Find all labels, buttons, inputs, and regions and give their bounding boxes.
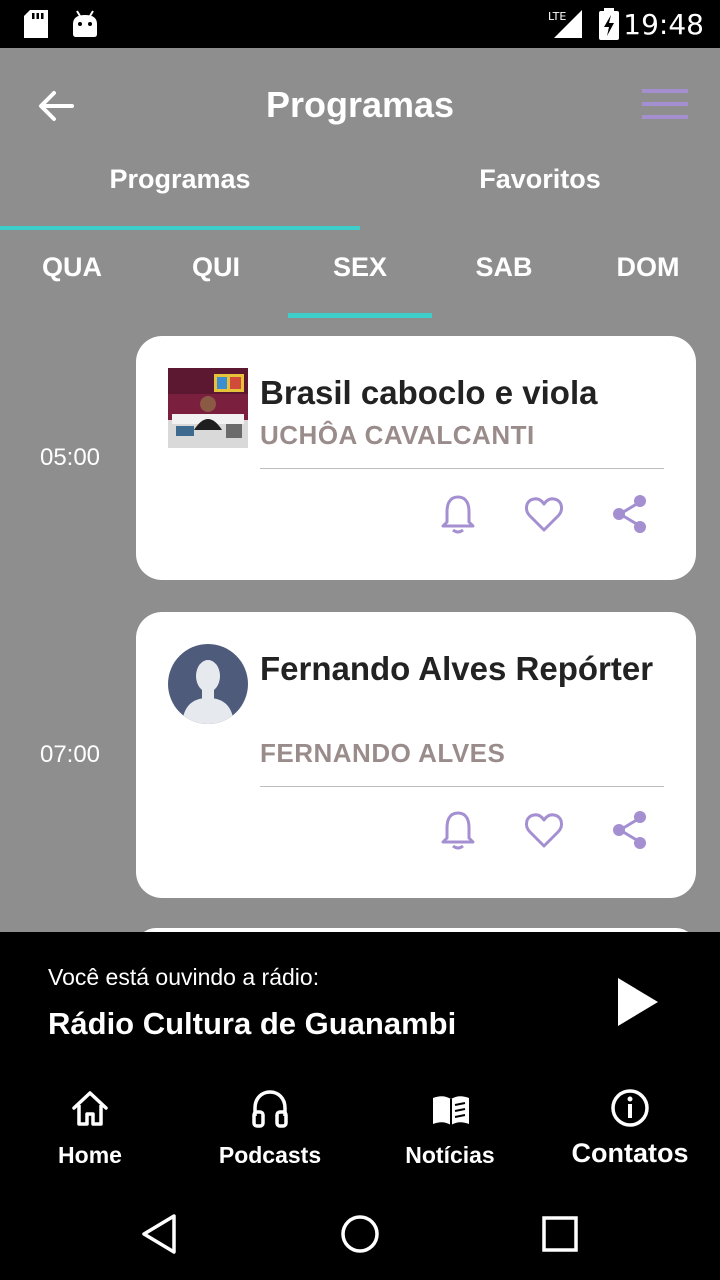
status-bar: LTE 19:48 <box>0 0 720 48</box>
program-time: 07:00 <box>39 741 101 768</box>
bottom-nav: Home Podcasts Notícias Contatos <box>0 1070 720 1188</box>
status-time: 19:48 <box>623 8 704 41</box>
day-tab-sab[interactable]: SAB <box>432 236 576 318</box>
system-nav-bar <box>0 1188 720 1280</box>
nav-label: Contatos <box>571 1138 689 1168</box>
recents-square-icon[interactable] <box>538 1212 582 1256</box>
card-actions <box>436 808 656 852</box>
back-triangle-icon[interactable] <box>138 1212 182 1256</box>
main-tabs: Programas Favoritos <box>0 152 720 230</box>
avatar-placeholder <box>168 644 248 724</box>
nav-home[interactable]: Home <box>0 1070 180 1188</box>
home-icon <box>72 1091 108 1126</box>
book-icon <box>433 1096 469 1125</box>
nav-label: Notícias <box>405 1142 495 1168</box>
tab-programas[interactable]: Programas <box>0 152 360 230</box>
program-time: 05:00 <box>39 444 101 471</box>
program-host: UCHÔA CAVALCANTI <box>260 420 535 450</box>
day-tab-qua[interactable]: QUA <box>0 236 144 318</box>
heart-icon[interactable] <box>522 492 566 536</box>
play-icon[interactable] <box>614 976 662 1028</box>
headphones-icon <box>252 1090 288 1128</box>
page-title: Programas <box>265 84 455 125</box>
program-host: FERNANDO ALVES <box>260 738 506 768</box>
nav-label: Podcasts <box>218 1142 322 1168</box>
nav-label: Home <box>58 1142 122 1168</box>
lte-label: LTE <box>548 10 566 23</box>
sd-card-icon <box>24 10 48 38</box>
day-tabs: QUA QUI SEX SAB DOM <box>0 236 720 318</box>
home-circle-icon[interactable] <box>338 1212 382 1256</box>
info-icon <box>611 1089 649 1127</box>
program-card[interactable]: Brasil caboclo e viola UCHÔA CAVALCANTI <box>136 336 696 580</box>
card-divider <box>260 468 664 469</box>
program-card[interactable]: Fernando Alves Repórter FERNANDO ALVES <box>136 612 696 898</box>
card-divider <box>260 786 664 787</box>
now-playing-bar: Você está ouvindo a rádio: Rádio Cultura… <box>0 932 720 1070</box>
heart-icon[interactable] <box>522 808 566 852</box>
program-title: Fernando Alves Repórter <box>260 650 654 687</box>
app-bar: Programas <box>0 48 720 160</box>
day-tab-dom[interactable]: DOM <box>576 236 720 318</box>
tab-favoritos[interactable]: Favoritos <box>360 152 720 230</box>
nav-noticias[interactable]: Notícias <box>360 1070 540 1188</box>
program-thumbnail <box>168 368 248 448</box>
share-icon[interactable] <box>608 808 652 852</box>
nav-podcasts[interactable]: Podcasts <box>180 1070 360 1188</box>
bell-icon[interactable] <box>436 808 480 852</box>
now-playing-label: Você está ouvindo a rádio: <box>48 964 320 990</box>
day-tab-sex[interactable]: SEX <box>288 236 432 318</box>
nav-contatos[interactable]: Contatos <box>540 1070 720 1188</box>
android-icon <box>73 10 97 37</box>
station-name: Rádio Cultura de Guanambi <box>48 1006 457 1041</box>
program-title: Brasil caboclo e viola <box>260 374 598 411</box>
hamburger-menu-icon[interactable] <box>640 86 692 122</box>
bell-icon[interactable] <box>436 492 480 536</box>
battery-charging-icon <box>599 8 619 40</box>
share-icon[interactable] <box>608 492 652 536</box>
day-tab-qui[interactable]: QUI <box>144 236 288 318</box>
card-actions <box>436 492 656 536</box>
signal-icon: LTE <box>548 10 582 38</box>
